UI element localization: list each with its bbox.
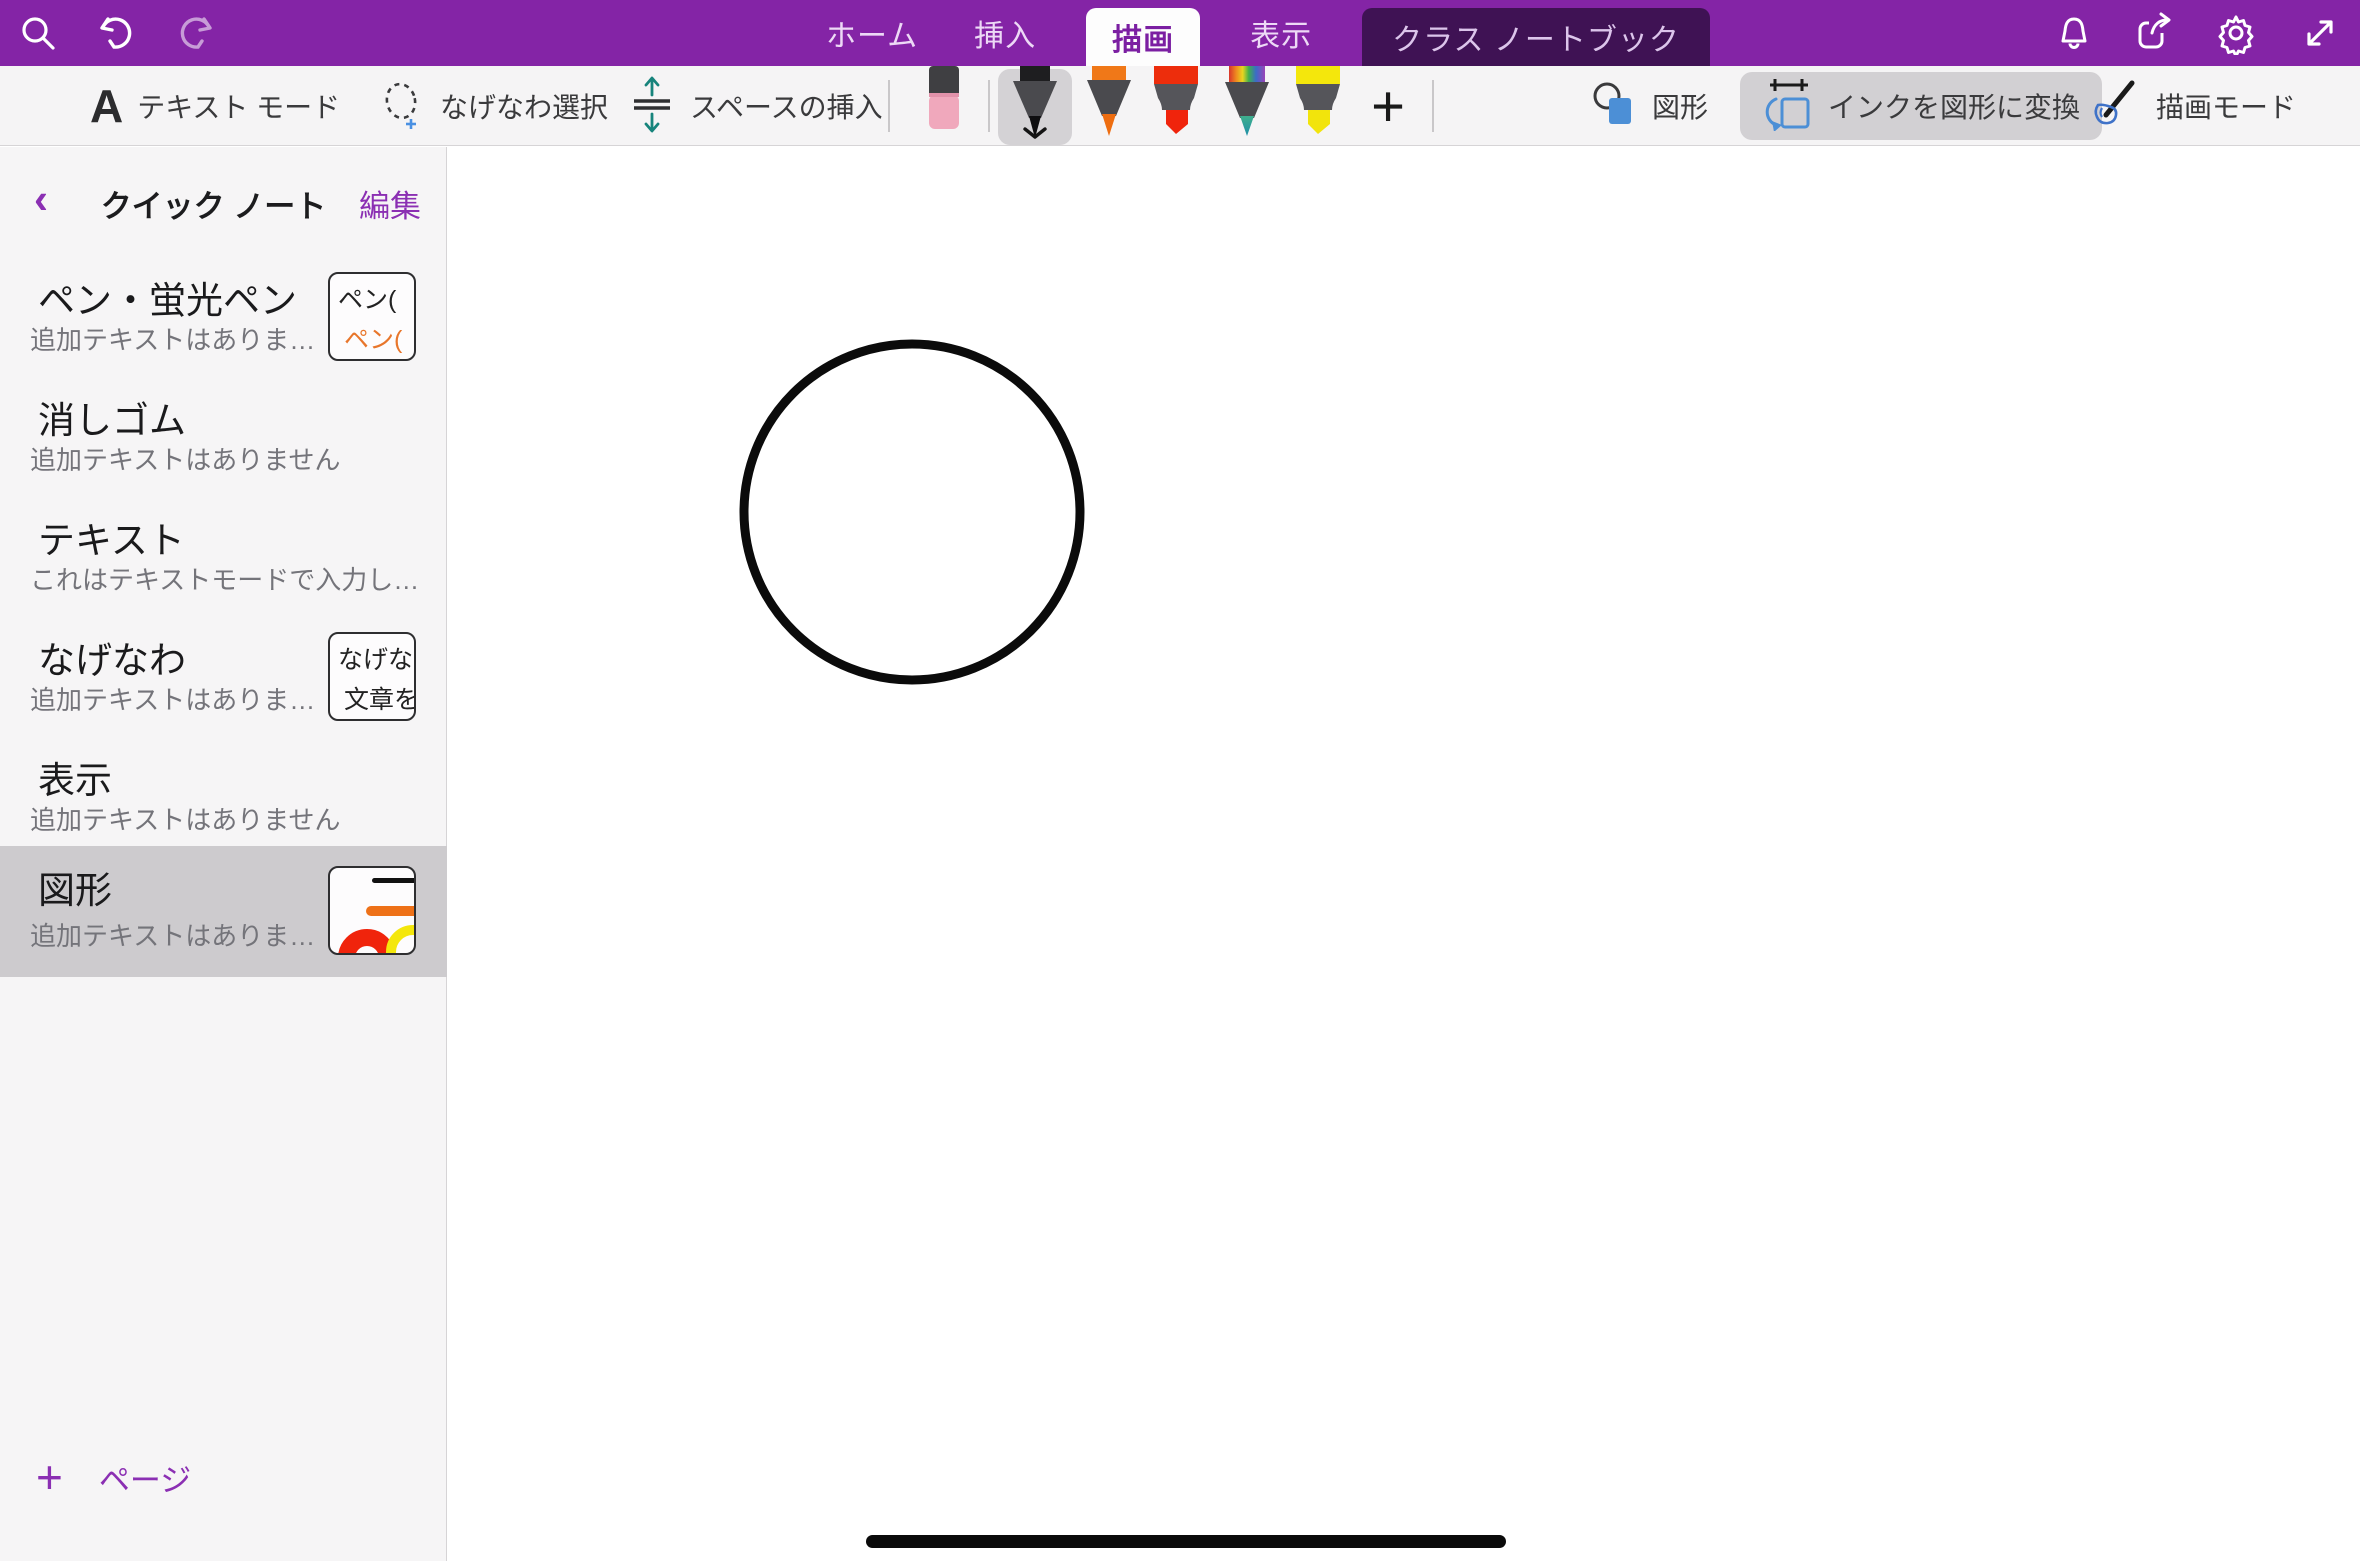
- thumb-orange-line: [366, 906, 416, 916]
- page-item-shapes[interactable]: 図形 追加テキストはありま…: [0, 846, 447, 977]
- page-subtitle: 追加テキストはありま…: [30, 680, 315, 717]
- page-title: テキスト: [38, 510, 185, 564]
- text-mode-label: テキスト モード: [137, 86, 340, 126]
- notifications-icon[interactable]: [2050, 9, 2098, 57]
- share-icon[interactable]: [2130, 9, 2178, 57]
- tab-insert[interactable]: 挿入: [968, 0, 1042, 66]
- ink-to-shape-button[interactable]: インクを図形に変換: [1740, 72, 2102, 140]
- drawing-canvas[interactable]: [448, 147, 2360, 1561]
- toolbar-divider: [988, 80, 990, 132]
- titlebar: ホーム 挿入 描画 表示 クラス ノートブック: [0, 0, 2360, 66]
- text-mode-icon: A: [90, 83, 123, 129]
- black-pen-tool[interactable]: [998, 69, 1072, 145]
- shapes-icon: [1590, 80, 1638, 133]
- draw-mode-button[interactable]: 描画モード: [2088, 66, 2296, 146]
- page-subtitle: これはテキストモードで入力し…: [30, 560, 419, 597]
- page-subtitle: 追加テキストはありません: [30, 440, 340, 477]
- page-title: なげなわ: [38, 630, 186, 684]
- draw-mode-icon: [2088, 77, 2142, 136]
- search-icon[interactable]: [14, 9, 62, 57]
- page-thumbnail: なげな 文章を: [328, 632, 416, 721]
- insert-space-label: スペースの挿入: [690, 86, 883, 126]
- lasso-icon: [380, 79, 426, 134]
- thumb-black-line: [372, 878, 416, 883]
- toolbar-divider: [888, 80, 890, 132]
- page-title: 図形: [38, 860, 112, 914]
- tab-home[interactable]: ホーム: [820, 0, 924, 66]
- settings-icon[interactable]: [2212, 9, 2260, 57]
- page-thumbnail: [328, 866, 416, 955]
- rainbow-pen-tool[interactable]: [1222, 66, 1272, 141]
- page-thumbnail: ペン( ペン(: [328, 272, 416, 361]
- thumb-text: なげな: [338, 640, 413, 676]
- page-list-sidebar: ‹ クイック ノート 編集 ペン・蛍光ペン 追加テキストはありま… ペン( ペン…: [0, 147, 447, 1561]
- fullscreen-icon[interactable]: [2296, 9, 2344, 57]
- ink-layer: [448, 147, 2360, 1561]
- tab-class-notebook[interactable]: クラス ノートブック: [1362, 8, 1710, 66]
- page-item-pen-highlighter[interactable]: ペン・蛍光ペン 追加テキストはありま… ペン( ペン(: [0, 256, 447, 376]
- yellow-highlighter-tool[interactable]: [1292, 66, 1344, 141]
- red-highlighter-tool[interactable]: [1150, 66, 1202, 141]
- thumb-text: 文章を: [344, 680, 416, 716]
- redo-icon: [172, 9, 220, 57]
- back-button[interactable]: ‹: [34, 177, 74, 223]
- ribbon-tabs: ホーム 挿入 描画 表示 クラス ノートブック: [820, 0, 1710, 66]
- lasso-select-button[interactable]: なげなわ選択: [380, 66, 608, 146]
- page-subtitle: 追加テキストはありま…: [30, 320, 315, 357]
- undo-icon[interactable]: [92, 9, 140, 57]
- insert-space-button[interactable]: スペースの挿入: [628, 66, 883, 146]
- tab-draw[interactable]: 描画: [1086, 8, 1200, 66]
- add-pen-button[interactable]: +: [1358, 66, 1418, 146]
- toolbar-divider: [1432, 80, 1434, 132]
- tab-view[interactable]: 表示: [1244, 0, 1318, 66]
- plus-icon: +: [36, 1454, 63, 1500]
- sidebar-header: ‹ クイック ノート 編集: [0, 173, 447, 233]
- insert-space-icon: [628, 75, 676, 138]
- shapes-label: 図形: [1652, 86, 1708, 126]
- add-page-label: ページ: [99, 1455, 191, 1500]
- thumb-text: ペン(: [344, 320, 402, 356]
- orange-pen-tool[interactable]: [1084, 66, 1134, 141]
- page-subtitle: 追加テキストはありま…: [30, 916, 315, 953]
- page-subtitle: 追加テキストはありません: [30, 800, 340, 837]
- ink-circle[interactable]: [744, 344, 1080, 680]
- page-item-view[interactable]: 表示 追加テキストはありません: [0, 736, 447, 846]
- draw-toolbar: A テキスト モード なげなわ選択 スペースの挿入: [0, 66, 2360, 146]
- shapes-button[interactable]: 図形: [1590, 66, 1708, 146]
- thumb-yellow-arc: [386, 925, 416, 955]
- page-item-lasso[interactable]: なげなわ 追加テキストはありま… なげな 文章を: [0, 616, 447, 736]
- page-title: 消しゴム: [38, 390, 186, 444]
- page-item-eraser[interactable]: 消しゴム 追加テキストはありません: [0, 376, 447, 496]
- onenote-window: ホーム 挿入 描画 表示 クラス ノートブック A テキスト モード: [0, 0, 2360, 1561]
- ink-to-shape-label: インクを図形に変換: [1828, 86, 2080, 126]
- add-page-button[interactable]: + ページ: [0, 1447, 447, 1507]
- lasso-label: なげなわ選択: [440, 86, 608, 126]
- home-indicator[interactable]: [866, 1535, 1506, 1548]
- page-title: 表示: [38, 750, 112, 804]
- text-mode-button[interactable]: A テキスト モード: [90, 66, 340, 146]
- page-item-text[interactable]: テキスト これはテキストモードで入力し…: [0, 496, 447, 616]
- chevron-down-icon: [1022, 126, 1048, 140]
- ink-to-shape-icon: [1762, 77, 1814, 136]
- thumb-text: ペン(: [338, 280, 396, 316]
- edit-button[interactable]: 編集: [359, 181, 421, 226]
- notebook-section-title: クイック ノート: [70, 181, 357, 226]
- eraser-tool[interactable]: [926, 66, 962, 137]
- page-title: ペン・蛍光ペン: [38, 270, 297, 324]
- draw-mode-label: 描画モード: [2156, 86, 2296, 126]
